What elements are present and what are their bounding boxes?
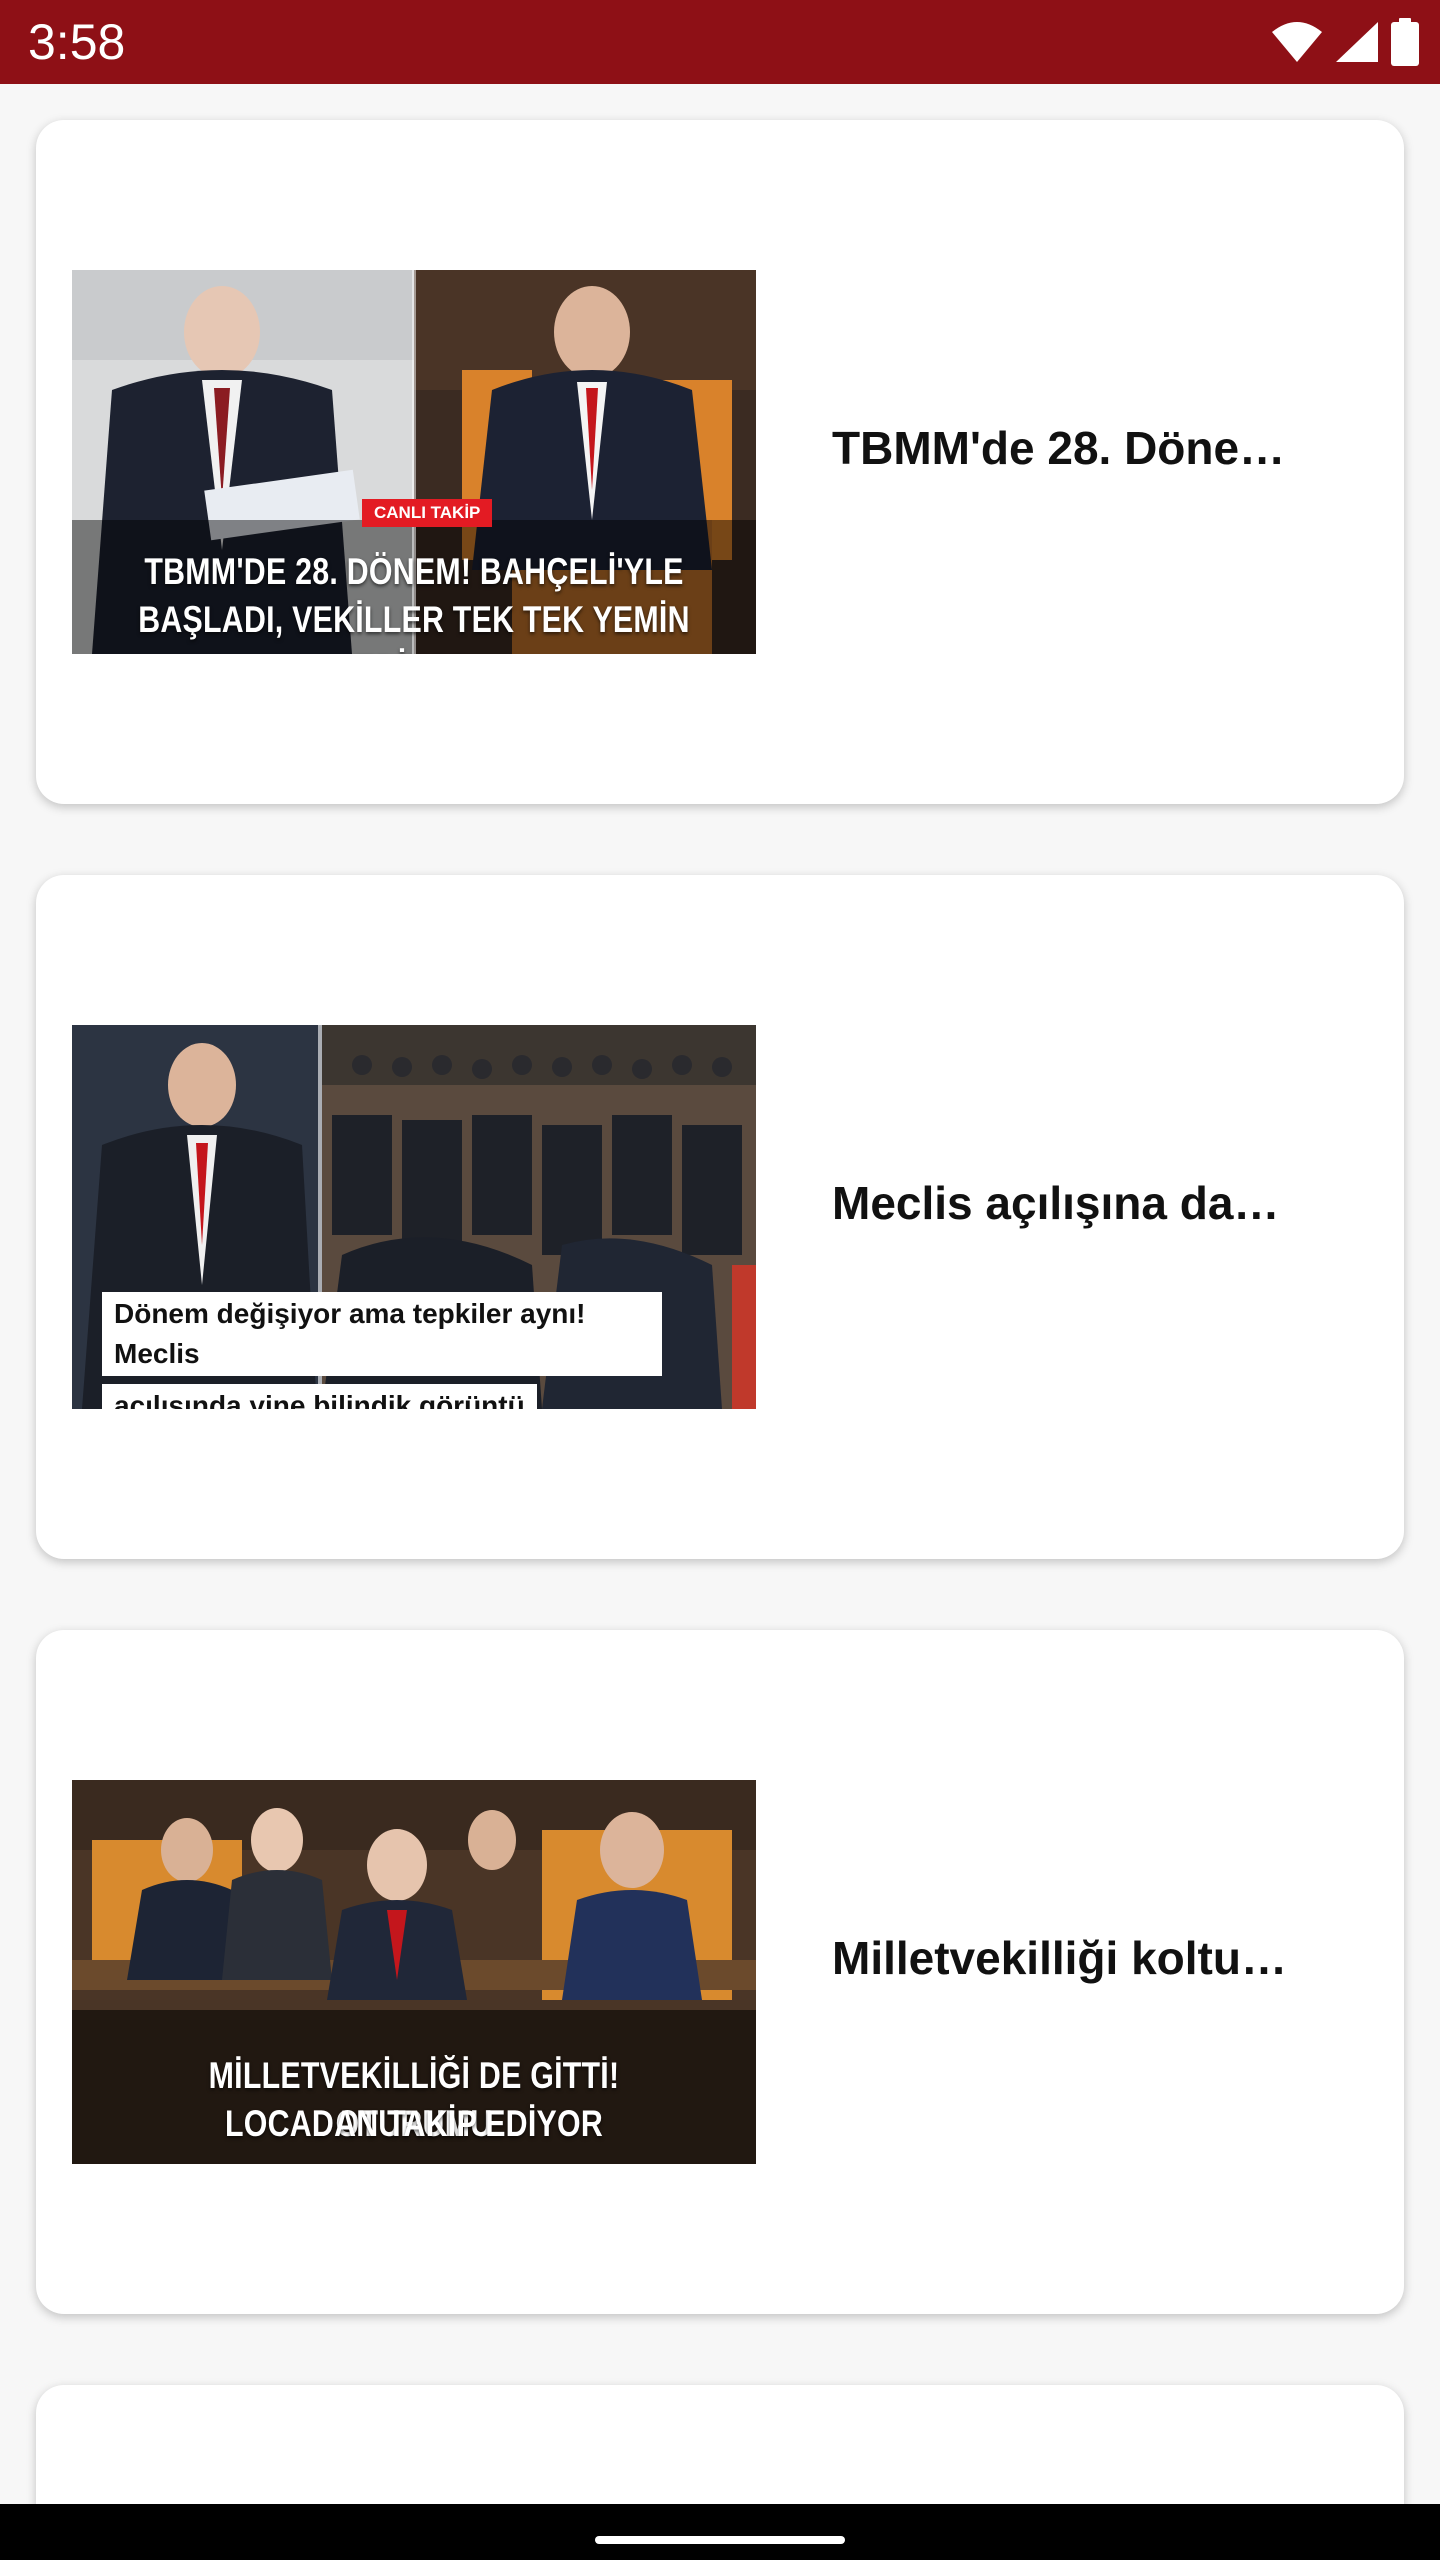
thumbnail-caption-line: Dönem değişiyor ama tepkiler aynı! Mecli… [102, 1292, 662, 1376]
news-card[interactable]: MİLLETVEKİLLİĞİ DE GİTTİ! OTURUMU LOCADA… [36, 1630, 1404, 2314]
battery-icon [1390, 18, 1420, 66]
live-badge: CANLI TAKİP [362, 499, 493, 527]
news-card[interactable]: Dönem değişiyor ama tepkiler aynı! Mecli… [36, 875, 1404, 1559]
thumbnail-caption-line: açılışında yine bilindik görüntü [102, 1384, 537, 1409]
home-gesture-handle[interactable] [595, 2536, 845, 2544]
system-nav-bar [0, 2504, 1440, 2560]
news-feed[interactable]: CANLI TAKİP TBMM'DE 28. DÖNEM! BAHÇELİ'Y… [0, 84, 1440, 2504]
status-bar: 3:58 [0, 0, 1440, 84]
signal-icon [1334, 20, 1380, 64]
status-icons [1270, 16, 1420, 68]
news-title[interactable]: Milletvekilliği koltu… [832, 1930, 1352, 1986]
news-title[interactable]: Meclis açılışına da… [832, 1175, 1352, 1231]
news-card[interactable]: CANLI TAKİP TBMM'DE 28. DÖNEM! BAHÇELİ'Y… [36, 120, 1404, 804]
news-thumbnail[interactable]: Dönem değişiyor ama tepkiler aynı! Mecli… [72, 1025, 756, 1409]
thumbnail-caption-line: LOCADAN TAKİP EDİYOR [224, 2103, 603, 2144]
thumbnail-caption-line: BAŞLADI, VEKİLLER TEK TEK YEMİN EDİYOR [138, 599, 690, 654]
wifi-icon [1270, 20, 1324, 64]
thumbnail-caption-line: TBMM'DE 28. DÖNEM! BAHÇELİ'YLE [144, 551, 684, 592]
news-thumbnail[interactable]: CANLI TAKİP TBMM'DE 28. DÖNEM! BAHÇELİ'Y… [72, 270, 756, 654]
news-card[interactable] [36, 2385, 1404, 2504]
thumbnail-caption: Dönem değişiyor ama tepkiler aynı! Mecli… [102, 1292, 662, 1409]
news-thumbnail[interactable]: MİLLETVEKİLLİĞİ DE GİTTİ! OTURUMU LOCADA… [72, 1780, 756, 2164]
status-time: 3:58 [28, 14, 126, 70]
news-title[interactable]: TBMM'de 28. Döne… [832, 420, 1352, 476]
